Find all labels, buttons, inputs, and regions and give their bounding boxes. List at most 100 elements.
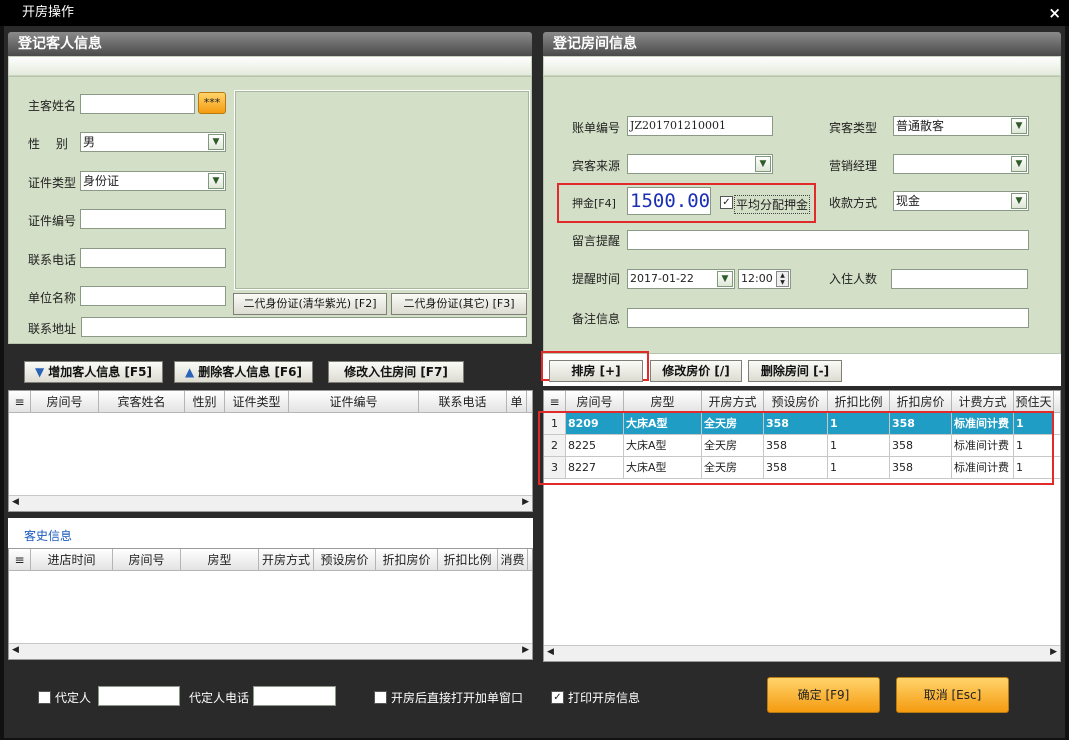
guest-table-header-col-0[interactable]: 房间号	[31, 391, 99, 412]
room-table-header-col-1[interactable]: 房型	[624, 391, 702, 412]
phone-label: 联系电话	[28, 253, 77, 267]
split-deposit-label: 平均分配押金	[734, 195, 811, 214]
close-icon[interactable]: ×	[1048, 0, 1061, 26]
room-table-header-col-7[interactable]: 预住天	[1014, 391, 1054, 412]
window-title: 开房操作	[0, 0, 1069, 26]
remind-date-picker[interactable]: 2017-01-22 ▼	[627, 269, 735, 289]
chevron-down-icon: ▼	[1011, 193, 1027, 209]
room-table-header-col-0[interactable]: 房间号	[566, 391, 624, 412]
modify-room-button[interactable]: 修改入住房间 [F7]	[328, 361, 464, 383]
agent-checkbox[interactable]	[38, 691, 51, 704]
room-table-header-col-4[interactable]: 折扣比例	[828, 391, 890, 412]
guest-table-header-col-4[interactable]: 证件编号	[289, 391, 419, 412]
bill-no-input[interactable]: JZ201701210001	[627, 116, 773, 136]
scrollbar[interactable]: ◀ ▶	[544, 645, 1060, 661]
cancel-button[interactable]: 取消 [Esc]	[896, 677, 1009, 713]
history-table-header-col-7[interactable]: 消费	[498, 549, 528, 570]
scrollbar[interactable]: ◀ ▶	[9, 643, 532, 659]
chevron-right-icon: ▶	[1050, 647, 1057, 657]
guest-table-header-col-1[interactable]: 宾客姓名	[99, 391, 185, 412]
assign-room-button[interactable]: 排房 [+]	[549, 360, 643, 382]
company-label: 单位名称	[28, 291, 77, 305]
delete-guest-label: 删除客人信息 [F6]	[198, 365, 302, 379]
grid-menu-icon[interactable]: ≡	[9, 549, 31, 570]
scrollbar[interactable]: ◀ ▶	[9, 495, 532, 511]
guest-table-header-col-2[interactable]: 性别	[185, 391, 225, 412]
chevron-right-icon: ▶	[522, 645, 529, 655]
address-label: 联系地址	[28, 322, 77, 336]
message-input[interactable]	[627, 230, 1029, 250]
room-table-header-col-3[interactable]: 预设房价	[764, 391, 828, 412]
bill-no-label: 账单编号	[572, 121, 621, 135]
add-guest-button[interactable]: ▼ 增加客人信息 [F5]	[24, 361, 163, 383]
source-label: 宾客来源	[572, 159, 621, 173]
split-deposit-checkbox[interactable]: ✓	[720, 196, 733, 209]
id-photo-area	[234, 90, 530, 290]
open-addon-label: 开房后直接打开加单窗口	[391, 691, 524, 705]
address-input[interactable]	[81, 317, 527, 337]
gender-value: 男	[83, 135, 96, 149]
gender-select[interactable]: 男 ▼	[80, 132, 226, 152]
open-addon-checkbox[interactable]	[374, 691, 387, 704]
sales-manager-label: 营销经理	[829, 159, 878, 173]
grid-menu-icon[interactable]: ≡	[544, 391, 566, 412]
change-price-button[interactable]: 修改房价 [/]	[650, 360, 742, 382]
remind-time-value: 12:00	[741, 272, 773, 285]
guest-lookup-button[interactable]: ***	[198, 92, 226, 114]
remind-date-value: 2017-01-22	[630, 272, 694, 285]
chevron-down-icon: ▼	[717, 271, 733, 287]
guest-table-header-col-5[interactable]: 联系电话	[419, 391, 507, 412]
delete-room-button[interactable]: 删除房间 [-]	[748, 360, 842, 382]
deposit-input[interactable]: 1500.00	[627, 187, 711, 215]
sales-manager-select[interactable]: ▼	[893, 154, 1029, 174]
history-table-header: ≡ 进店时间 房间号 房型 开房方式 预设房价 折扣房价 折扣比例 消费	[9, 549, 532, 571]
history-table-header-col-5[interactable]: 折扣房价	[376, 549, 438, 570]
history-table-header-col-1[interactable]: 房间号	[113, 549, 181, 570]
occupants-input[interactable]	[891, 269, 1028, 289]
pay-method-value: 现金	[896, 194, 921, 208]
grid-menu-icon[interactable]: ≡	[9, 391, 31, 412]
guest-table-header: ≡ 房间号 宾客姓名 性别 证件类型 证件编号 联系电话单	[9, 391, 532, 413]
source-select[interactable]: ▼	[627, 154, 773, 174]
room-table-header-col-2[interactable]: 开房方式	[702, 391, 764, 412]
guest-table-header-col-6[interactable]: 单	[507, 391, 527, 412]
gender-label: 性 别	[28, 137, 68, 151]
id-type-select[interactable]: 身份证 ▼	[80, 171, 226, 191]
remark-input[interactable]	[627, 308, 1029, 328]
remind-time-label: 提醒时间	[572, 272, 621, 286]
pay-method-select[interactable]: 现金 ▼	[893, 191, 1029, 211]
remark-label: 备注信息	[572, 312, 621, 326]
guest-name-input[interactable]	[80, 94, 195, 114]
chevron-left-icon: ◀	[12, 645, 19, 655]
history-table-header-col-3[interactable]: 开房方式	[259, 549, 314, 570]
guest-panel-header: 登记客人信息	[8, 32, 532, 56]
history-table-header-col-2[interactable]: 房型	[181, 549, 259, 570]
guest-table-header-col-3[interactable]: 证件类型	[225, 391, 289, 412]
id-type-value: 身份证	[83, 174, 120, 188]
room-table-header-col-6[interactable]: 计费方式	[952, 391, 1014, 412]
id-card-reader-thunis-button[interactable]: 二代身份证(清华紫光) [F2]	[233, 293, 387, 315]
room-table-header-col-5[interactable]: 折扣房价	[890, 391, 952, 412]
history-table-header-col-0[interactable]: 进店时间	[31, 549, 113, 570]
remind-time-input[interactable]: 12:00 ▲ ▼	[738, 269, 791, 289]
delete-guest-button[interactable]: ▲ 删除客人信息 [F6]	[174, 361, 313, 383]
deposit-label: 押金[F4]	[572, 197, 616, 210]
chevron-left-icon: ◀	[547, 647, 554, 657]
occupants-label: 入住人数	[829, 272, 878, 286]
phone-input[interactable]	[80, 248, 226, 268]
agent-phone-input[interactable]	[253, 686, 336, 706]
history-table-header-col-6[interactable]: 折扣比例	[438, 549, 498, 570]
agent-input[interactable]	[98, 686, 180, 706]
print-label: 打印开房信息	[568, 691, 641, 705]
id-no-input[interactable]	[80, 209, 226, 229]
chevron-down-icon: ▼	[208, 173, 224, 189]
history-table-header-col-4[interactable]: 预设房价	[314, 549, 376, 570]
guest-type-select[interactable]: 普通散客 ▼	[893, 116, 1029, 136]
spinner-icon[interactable]: ▲ ▼	[776, 271, 789, 287]
guest-name-label: 主客姓名	[28, 99, 77, 113]
company-input[interactable]	[80, 286, 226, 306]
print-checkbox[interactable]: ✓	[551, 691, 564, 704]
id-card-reader-other-button[interactable]: 二代身份证(其它) [F3]	[391, 293, 527, 315]
confirm-button[interactable]: 确定 [F9]	[767, 677, 880, 713]
add-guest-label: 增加客人信息 [F5]	[48, 365, 152, 379]
